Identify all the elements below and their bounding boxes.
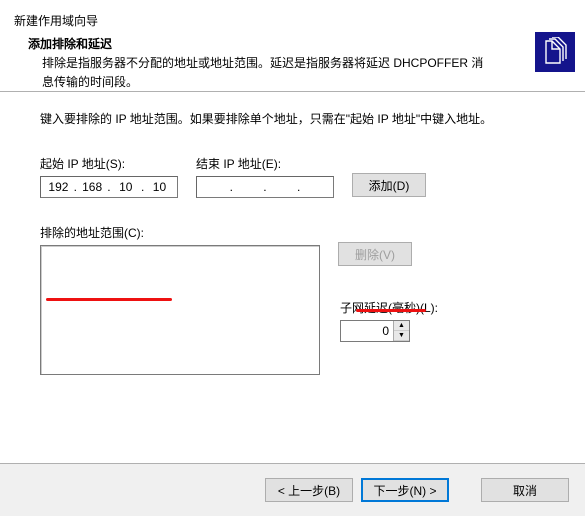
add-button[interactable]: 添加(D) — [352, 173, 426, 197]
spinner-down-icon[interactable]: ▼ — [394, 331, 409, 341]
subnet-delay-label: 子网延迟(毫秒)(L): — [340, 299, 561, 316]
start-ip-label: 起始 IP 地址(S): — [40, 155, 178, 172]
cancel-button[interactable]: 取消 — [481, 478, 569, 502]
start-ip-octet-1[interactable]: 192 — [46, 180, 70, 194]
excluded-range-list[interactable] — [40, 245, 320, 375]
page-subtitle: 添加排除和延迟 — [14, 31, 571, 54]
excluded-range-label: 排除的地址范围(C): — [40, 224, 320, 241]
spinner-up-icon[interactable]: ▲ — [394, 321, 409, 331]
wizard-files-icon — [535, 32, 575, 72]
start-ip-input[interactable]: 192. 168. 10. 10 — [40, 176, 178, 198]
instruction-text: 键入要排除的 IP 地址范围。如果要排除单个地址，只需在"起始 IP 地址"中键… — [40, 110, 561, 129]
remove-button: 删除(V) — [338, 242, 412, 266]
end-ip-label: 结束 IP 地址(E): — [196, 155, 334, 172]
back-button[interactable]: < 上一步(B) — [265, 478, 353, 502]
start-ip-octet-4[interactable]: 10 — [147, 180, 171, 194]
annotation-underline — [46, 298, 172, 301]
end-ip-input[interactable]: . . . — [196, 176, 334, 198]
start-ip-octet-3[interactable]: 10 — [114, 180, 138, 194]
subnet-delay-value[interactable]: 0 — [341, 324, 393, 338]
window-title: 新建作用域向导 — [14, 8, 571, 31]
next-button[interactable]: 下一步(N) > — [361, 478, 449, 502]
annotation-underline — [356, 309, 426, 312]
start-ip-octet-2[interactable]: 168 — [80, 180, 104, 194]
subnet-delay-spinner[interactable]: 0 ▲ ▼ — [340, 320, 410, 342]
